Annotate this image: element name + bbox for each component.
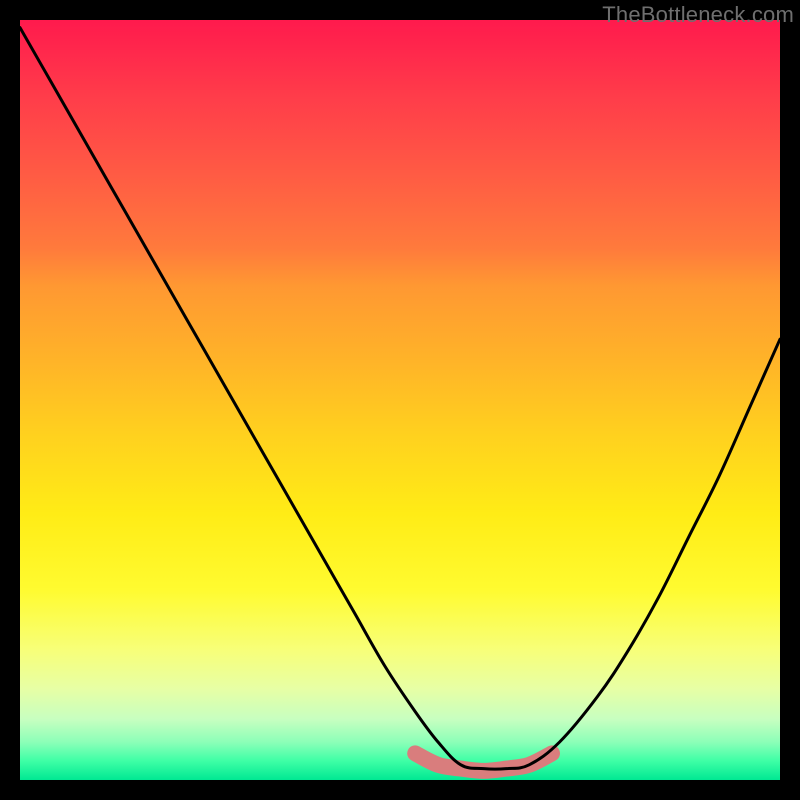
chart-frame: TheBottleneck.com (0, 0, 800, 800)
curve-layer (20, 20, 780, 780)
watermark-label: TheBottleneck.com (602, 2, 794, 28)
bottleneck-curve (20, 28, 780, 770)
